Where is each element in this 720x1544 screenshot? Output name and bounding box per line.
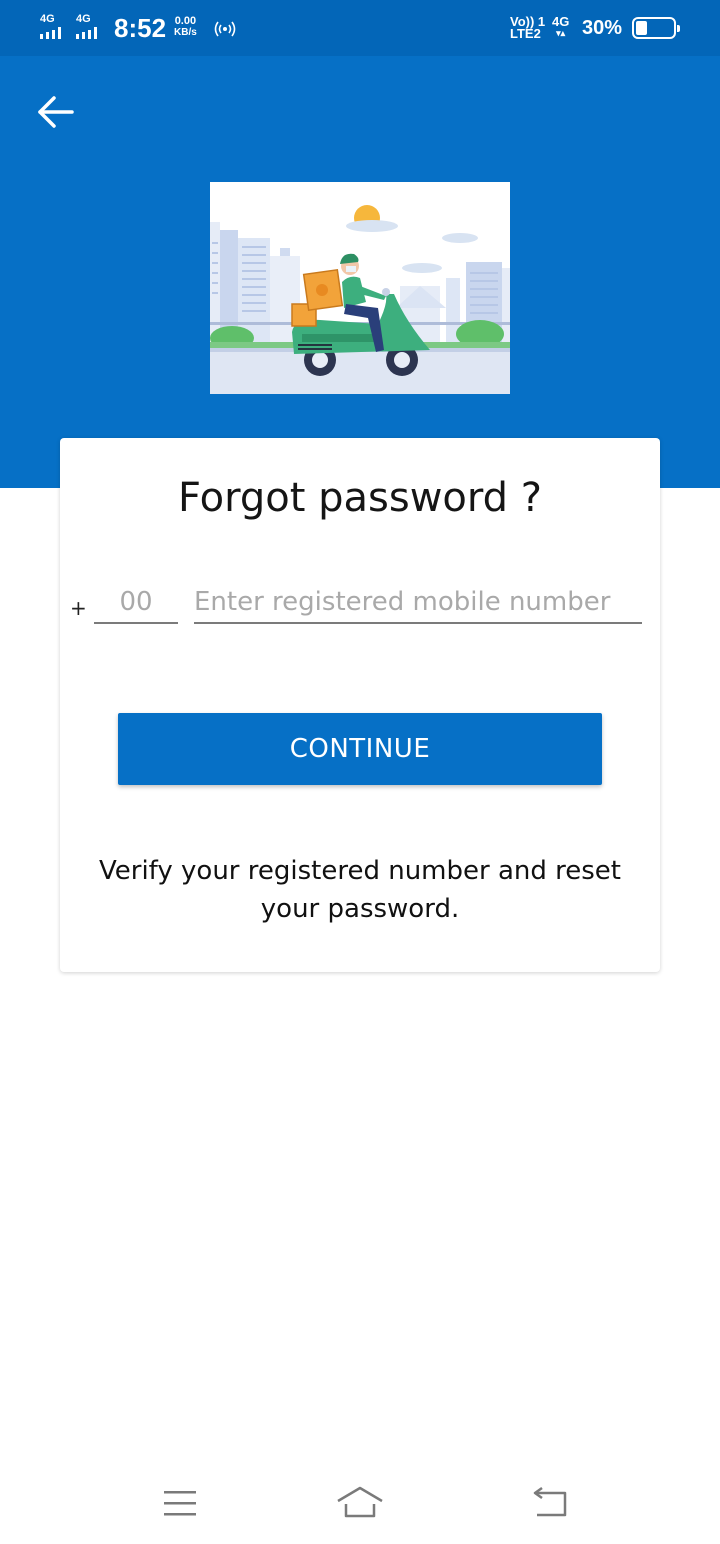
menu-icon: [164, 1491, 196, 1516]
navigation-bar: [0, 1464, 720, 1544]
page-title: Forgot password ?: [178, 475, 542, 521]
mobile-number-input[interactable]: [194, 582, 642, 624]
delivery-scooter-illustration: [210, 182, 510, 394]
battery-fill: [636, 21, 647, 35]
data-network-indicator: 4G ▾▴: [552, 14, 570, 38]
data-arrows-icon: ▾▴: [556, 28, 566, 38]
volte-indicator: Vo)) 1 LTE2: [510, 15, 545, 41]
sim2-network-label: 4G: [76, 13, 91, 25]
menu-button[interactable]: [155, 1484, 205, 1524]
country-code-input[interactable]: [94, 582, 178, 624]
plus-sign: +: [70, 596, 87, 620]
clock: 8:52: [114, 13, 167, 43]
arrow-left-icon: [38, 96, 74, 128]
sim1-signal: 4G: [40, 14, 61, 39]
home-icon: [337, 1486, 383, 1518]
forgot-password-screen: 4G 4G 8:52 0.00 KB/s Vo)) 1 LTE2 4G ▾▴ 3…: [0, 0, 720, 1544]
status-bar: 4G 4G 8:52 0.00 KB/s Vo)) 1 LTE2 4G ▾▴ 3…: [0, 0, 720, 56]
data-network-label: 4G: [552, 14, 570, 29]
battery-icon: [632, 17, 680, 39]
volte-line2: LTE2: [510, 26, 541, 41]
system-back-button[interactable]: [525, 1484, 575, 1524]
hotspot-icon: [212, 18, 238, 43]
home-button[interactable]: [335, 1484, 385, 1524]
info-text: Verify your registered number and reset …: [99, 856, 621, 924]
back-button[interactable]: [30, 92, 82, 132]
back-icon: [533, 1486, 567, 1517]
signal-bars-icon: [40, 27, 61, 39]
signal-bars-icon: [76, 27, 97, 39]
continue-button[interactable]: CONTINUE: [118, 713, 602, 785]
sim1-network-label: 4G: [40, 13, 55, 25]
header-banner: [0, 56, 720, 488]
forgot-password-card: Forgot password ? + CONTINUE Verify your…: [60, 438, 660, 972]
sim2-signal: 4G: [76, 14, 97, 39]
battery-percent: 30%: [582, 17, 623, 39]
speed-value: 0.00: [174, 15, 197, 27]
network-speed: 0.00 KB/s: [174, 15, 197, 39]
speed-unit: KB/s: [174, 27, 197, 38]
